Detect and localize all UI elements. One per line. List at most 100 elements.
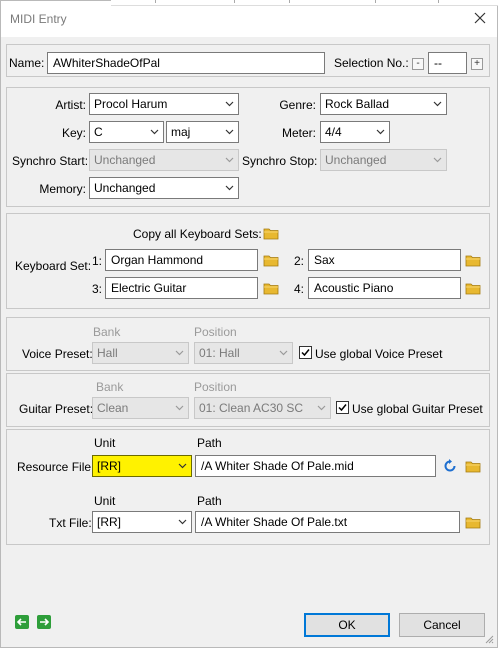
voice-position-header: Position — [194, 325, 237, 339]
keyboard-set-3-number: 3: — [92, 282, 103, 296]
keyboard-set-1-input[interactable]: Organ Hammond — [105, 249, 258, 271]
use-global-guitar-checkbox[interactable] — [336, 401, 349, 414]
cancel-button[interactable]: Cancel — [399, 613, 485, 637]
txt-file-label: Txt File: — [49, 516, 92, 530]
checkmark-icon — [301, 349, 310, 357]
voice-position-value: 01: Hall — [199, 346, 240, 360]
chevron-down-icon — [433, 157, 442, 163]
previous-entry-button[interactable] — [15, 615, 29, 629]
key-mode-value: maj — [171, 125, 191, 139]
txt-path-input[interactable]: /A Whiter Shade Of Pale.txt — [195, 511, 460, 533]
selection-increment-button[interactable]: + — [471, 58, 483, 70]
chevron-down-icon — [178, 519, 187, 525]
chevron-down-icon — [376, 129, 385, 135]
guitar-position-header: Position — [194, 380, 237, 394]
keyboard-set-label: Keyboard Set: — [15, 259, 92, 273]
genre-value: Rock Ballad — [325, 97, 390, 111]
resource-unit-value: [RR] — [97, 459, 121, 473]
genre-select[interactable]: Rock Ballad — [320, 93, 447, 115]
guitar-position-value: 01: Clean AC30 SC — [199, 401, 304, 415]
use-global-voice-label: Use global Voice Preset — [315, 347, 443, 361]
chevron-down-icon — [225, 157, 234, 163]
synchro-stop-select: Unchanged — [320, 149, 447, 171]
synchro-stop-value: Unchanged — [325, 153, 387, 167]
name-input[interactable]: AWhiterShadeOfPal — [47, 52, 325, 74]
folder-icon[interactable] — [465, 253, 481, 267]
title-bar: MIDI Entry — [1, 0, 498, 37]
guitar-preset-label: Guitar Preset: — [19, 402, 94, 416]
synchro-stop-label: Synchro Stop: — [242, 154, 318, 168]
resource-unit-header: Unit — [94, 436, 116, 450]
key-label: Key: — [61, 126, 86, 140]
keyboard-set-3-input[interactable]: Electric Guitar — [105, 277, 258, 299]
arrow-right-icon — [40, 618, 50, 626]
txt-unit-header: Unit — [94, 494, 116, 508]
meter-label: Meter: — [281, 126, 316, 140]
guitar-bank-value: Clean — [97, 401, 129, 415]
name-label: Name: — [9, 56, 45, 70]
use-global-voice-checkbox[interactable] — [299, 346, 312, 359]
chevron-down-icon — [150, 129, 159, 135]
chevron-down-icon — [225, 101, 234, 107]
resource-file-label: Resource File: — [17, 460, 95, 474]
voice-bank-select: Hall — [92, 342, 189, 364]
folder-icon[interactable] — [263, 226, 279, 240]
genre-label: Genre: — [279, 98, 316, 112]
voice-preset-label: Voice Preset: — [22, 347, 93, 361]
chevron-down-icon — [225, 129, 234, 135]
close-icon — [474, 12, 486, 24]
copy-keyboard-sets-label: Copy all Keyboard Sets: — [133, 227, 262, 241]
folder-icon[interactable] — [465, 281, 481, 295]
keyboard-set-4-number: 4: — [294, 282, 305, 296]
memory-value: Unchanged — [94, 181, 156, 195]
key-mode-select[interactable]: maj — [166, 121, 239, 143]
chevron-down-icon — [178, 463, 187, 469]
folder-icon[interactable] — [465, 515, 481, 529]
checkmark-icon — [338, 404, 347, 412]
synchro-start-select: Unchanged — [89, 149, 239, 171]
artist-select[interactable]: Procol Harum — [89, 93, 239, 115]
chevron-down-icon — [279, 350, 288, 356]
arrow-left-icon — [16, 618, 26, 626]
selection-number-label: Selection No.: — [334, 56, 409, 70]
next-entry-button[interactable] — [37, 615, 51, 629]
keyboard-set-2-number: 2: — [294, 254, 305, 268]
guitar-bank-select: Clean — [92, 397, 189, 419]
meter-select[interactable]: 4/4 — [320, 121, 390, 143]
artist-label: Artist: — [55, 98, 86, 112]
key-value: C — [94, 125, 103, 139]
voice-bank-value: Hall — [97, 346, 118, 360]
folder-icon[interactable] — [263, 253, 279, 267]
folder-icon[interactable] — [263, 281, 279, 295]
close-button[interactable] — [469, 7, 491, 29]
dialog-window: MIDI Entry Name: AWhiterShadeOfPal Selec… — [0, 0, 498, 648]
resource-unit-select[interactable]: [RR] — [92, 455, 192, 477]
guitar-bank-header: Bank — [96, 380, 124, 394]
resource-path-header: Path — [197, 436, 222, 450]
guitar-position-select: 01: Clean AC30 SC — [194, 397, 331, 419]
synchro-start-label: Synchro Start: — [12, 154, 89, 168]
voice-position-select: 01: Hall — [194, 342, 293, 364]
chevron-down-icon — [433, 101, 442, 107]
resize-grip-icon[interactable] — [484, 634, 494, 644]
keyboard-set-2-input[interactable]: Sax — [308, 249, 461, 271]
window-title: MIDI Entry — [10, 12, 67, 26]
key-select[interactable]: C — [89, 121, 164, 143]
selection-decrement-button[interactable]: - — [412, 58, 424, 70]
chevron-down-icon — [317, 405, 326, 411]
memory-select[interactable]: Unchanged — [89, 177, 239, 199]
keyboard-set-1-number: 1: — [92, 254, 103, 268]
resource-path-input[interactable]: /A Whiter Shade Of Pale.mid — [195, 455, 436, 477]
refresh-icon[interactable] — [442, 458, 458, 474]
folder-icon[interactable] — [465, 459, 481, 473]
synchro-start-value: Unchanged — [94, 153, 156, 167]
use-global-guitar-label: Use global Guitar Preset — [352, 402, 483, 416]
keyboard-set-4-input[interactable]: Acoustic Piano — [308, 277, 461, 299]
chevron-down-icon — [225, 185, 234, 191]
memory-label: Memory: — [39, 182, 86, 196]
background-header-strip — [111, 0, 498, 6]
txt-unit-select[interactable]: [RR] — [92, 511, 192, 533]
ok-button[interactable]: OK — [304, 613, 390, 637]
artist-value: Procol Harum — [94, 97, 168, 111]
selection-number-input[interactable]: -- — [428, 52, 467, 74]
